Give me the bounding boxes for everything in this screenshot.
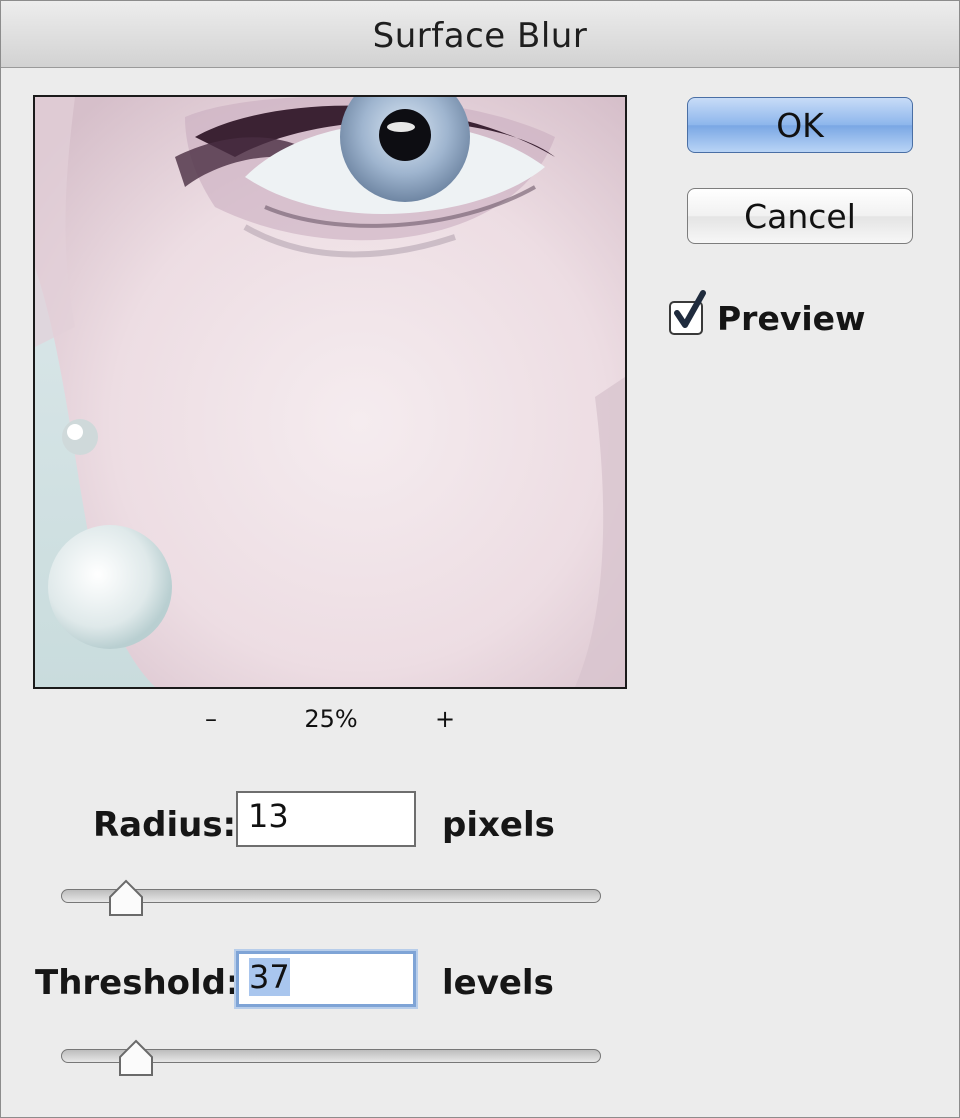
zoom-out-button[interactable]: – <box>199 705 223 733</box>
cancel-button[interactable]: Cancel <box>687 188 913 244</box>
radius-label: Radius: <box>93 805 237 845</box>
preview-image[interactable] <box>33 95 627 689</box>
surface-blur-dialog: Surface Blur – 25% + OK Cancel Preview R… <box>0 0 960 1118</box>
threshold-slider-thumb[interactable] <box>116 1039 156 1079</box>
threshold-unit: levels <box>442 963 554 1003</box>
preview-checkbox[interactable] <box>669 290 706 335</box>
ok-button[interactable]: OK <box>687 97 913 153</box>
radius-slider-thumb[interactable] <box>106 879 146 919</box>
zoom-in-button[interactable]: + <box>433 705 457 733</box>
preview-photo <box>35 97 625 687</box>
radius-input[interactable]: 13 <box>236 791 416 847</box>
preview-label: Preview <box>717 298 866 338</box>
checkmark-icon <box>674 290 706 328</box>
radius-unit: pixels <box>442 805 555 845</box>
dialog-title: Surface Blur <box>1 1 959 68</box>
threshold-label: Threshold: <box>35 963 240 1003</box>
threshold-input[interactable]: 37 <box>236 951 416 1007</box>
preview-toggle[interactable]: Preview <box>669 290 866 343</box>
zoom-level: 25% <box>304 705 358 733</box>
threshold-value: 37 <box>249 958 290 996</box>
